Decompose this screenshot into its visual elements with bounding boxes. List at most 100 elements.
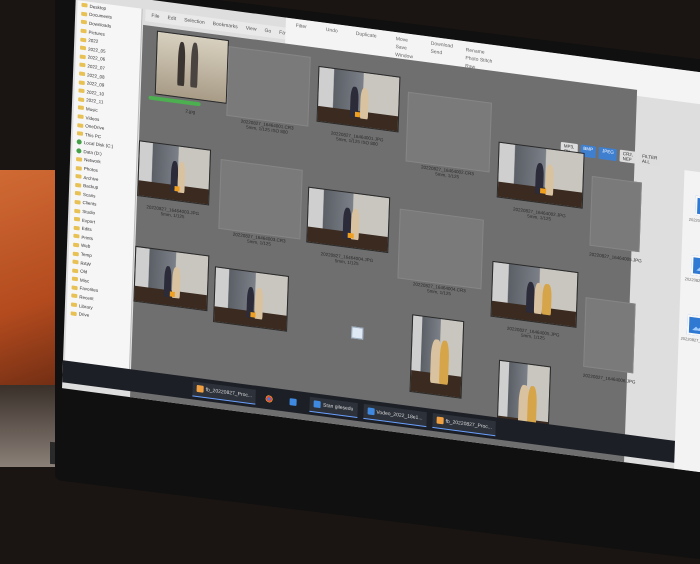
folder-icon [71,276,78,282]
ribbon-send-button[interactable]: Send [430,49,442,57]
image-file-icon[interactable] [690,255,700,278]
menu-item[interactable]: Edit [167,15,176,22]
menu-item[interactable]: Selection [184,17,205,26]
thumbnail-tile[interactable]: 20220827_16464003.JPG 5mm, 1/125 [130,132,217,227]
folder-icon [76,139,82,146]
thumbnail-tile[interactable] [403,311,470,415]
folder-icon [78,97,85,102]
taskbar-chrome[interactable] [262,391,280,407]
filter-chip-jpeg[interactable]: JPEG [598,146,617,162]
thumbnail-tile-placeholder[interactable]: 20220827_16464006.JPG [583,297,636,387]
ribbon-move-button[interactable]: Move [396,36,408,44]
loading-thumbnail[interactable] [343,321,374,345]
thumbnail-placeholder [589,175,642,253]
folder-icon [72,259,79,265]
thumbnail-tile[interactable]: 20220827_16464005.JPG 5mm, 1/125 [484,252,585,349]
app-icon [313,400,322,409]
app-icon [367,407,375,416]
thumbnail-filename: 20220827_16464005.JPG [589,251,642,264]
tree-item-label: Old [80,268,88,275]
thumbnail-filename [206,338,292,349]
folder-icon [70,302,78,308]
thumbnail-image [133,245,210,312]
thumbnail-image [306,186,391,254]
folder-icon [80,37,87,43]
tree-item-label: Drive [78,311,90,318]
folder-icon [72,268,79,273]
image-file-icon[interactable] [686,314,700,338]
thumbnail-filename: 20220827_16464003.JPG 5mm, 1/125 [146,204,200,220]
thumbnail-tile-placeholder[interactable]: 20220827_16464002.CR3 5mm, 1/125 [405,91,492,187]
thumbnail-tile-placeholder[interactable]: 20220827_16464001.CR3 5mm, 1/125 ISO 800 [226,46,311,140]
thumbnail-tile[interactable]: 20220827_16464004.JPG 5mm, 1/125 [300,178,397,274]
filter-all-dropdown[interactable]: FILTER ALL [638,152,661,167]
ribbon-filter-button[interactable]: Filter [296,23,307,30]
tree-item-label: Studio [82,208,96,216]
thumbnail-tile[interactable]: 2.jpg [144,27,239,123]
taskbar-item[interactable]: fb_20220827_Proc... [432,412,497,436]
thumbnail-placeholder [218,159,303,240]
tree-item-label: Backup [83,183,99,191]
folder-icon [74,199,81,205]
thumbnail-tile-placeholder[interactable]: 20220827_16464003.CR3 5mm, 1/125 [218,159,303,253]
filter-chip-raw[interactable]: CR2, NEF [619,149,637,164]
taskbar-item[interactable]: Stan gilesedu [309,396,358,418]
folder-icon [79,54,86,60]
folder-icon [75,165,82,171]
chrome-icon [265,394,274,403]
taskbar-item[interactable]: fb_20220827_Proc... [192,380,257,405]
ribbon-save-button[interactable]: Save [395,44,407,51]
ribbon-undo-button[interactable]: Undo [326,27,338,35]
folder-icon [77,122,84,128]
folder-icon [75,182,82,188]
tree-item-label: Web [81,243,91,250]
menu-item[interactable]: View [246,25,257,32]
app-icon [196,384,204,393]
thumbnail-filename: 2.jpg [185,108,196,115]
thumbnail-tile[interactable]: 20220827_16464002.JPG 5mm, 1/125 [490,133,591,230]
thumbnail-tile[interactable]: 20220827_16464001.JPG 5mm, 1/125 ISO 800 [310,57,407,153]
image-placeholder-icon [351,326,364,340]
folder-icon [81,3,88,8]
tree-item-label: Misc [79,277,90,284]
folder-icon [76,157,83,162]
file-label: 20220827_16464002 [684,276,700,287]
tree-item-label: Videos [85,114,100,122]
folder-icon [72,251,79,256]
explorer-window: 20220827_16464001 20220827_16464002 2022… [674,170,700,473]
image-file-icon[interactable] [694,195,700,219]
thumbnail-image [137,140,212,206]
thumbnail-image [496,141,585,209]
folder-icon [75,174,82,179]
folder-icon [79,45,87,51]
ribbon-rename-button[interactable]: Rename [466,47,485,55]
thumbnail-tile-placeholder[interactable]: 20220827_16464005.JPG [589,175,642,266]
thumbnail-filename: 20220827_16464006.JPG [582,372,636,385]
folder-icon [73,242,80,248]
folder-icon [73,216,81,222]
folder-icon [71,285,78,291]
thumbnail-image [490,260,579,328]
menu-item[interactable]: Go [264,28,271,35]
tree-item-label: Music [85,106,98,113]
menu-item[interactable]: File [151,13,159,20]
folder-icon [78,80,85,85]
folder-icon [71,293,78,299]
folder-icon [76,131,84,137]
thumbnail-image [213,266,289,332]
tree-item-label: Prints [81,234,94,242]
folder-icon [80,20,87,25]
thumbnail-image [316,65,401,133]
taskbar-edge[interactable] [286,394,304,410]
thumbnail-tile[interactable] [127,237,216,332]
folder-icon [77,105,84,111]
taskbar-item[interactable]: Vodeo_2022_18e1... [363,403,427,427]
thumbnail-tile-placeholder[interactable]: 20220827_16464004.CR3 5mm, 1/125 [397,208,484,304]
folder-icon [73,233,80,239]
ribbon-duplicate-button[interactable]: Duplicate [356,31,377,40]
tree-item-label: This PC [84,131,102,139]
tree-item-label: Edits [81,225,92,233]
thumbnail-tile[interactable] [206,258,295,353]
folder-icon [77,114,84,120]
menu-item[interactable]: Bookmarks [213,21,238,30]
